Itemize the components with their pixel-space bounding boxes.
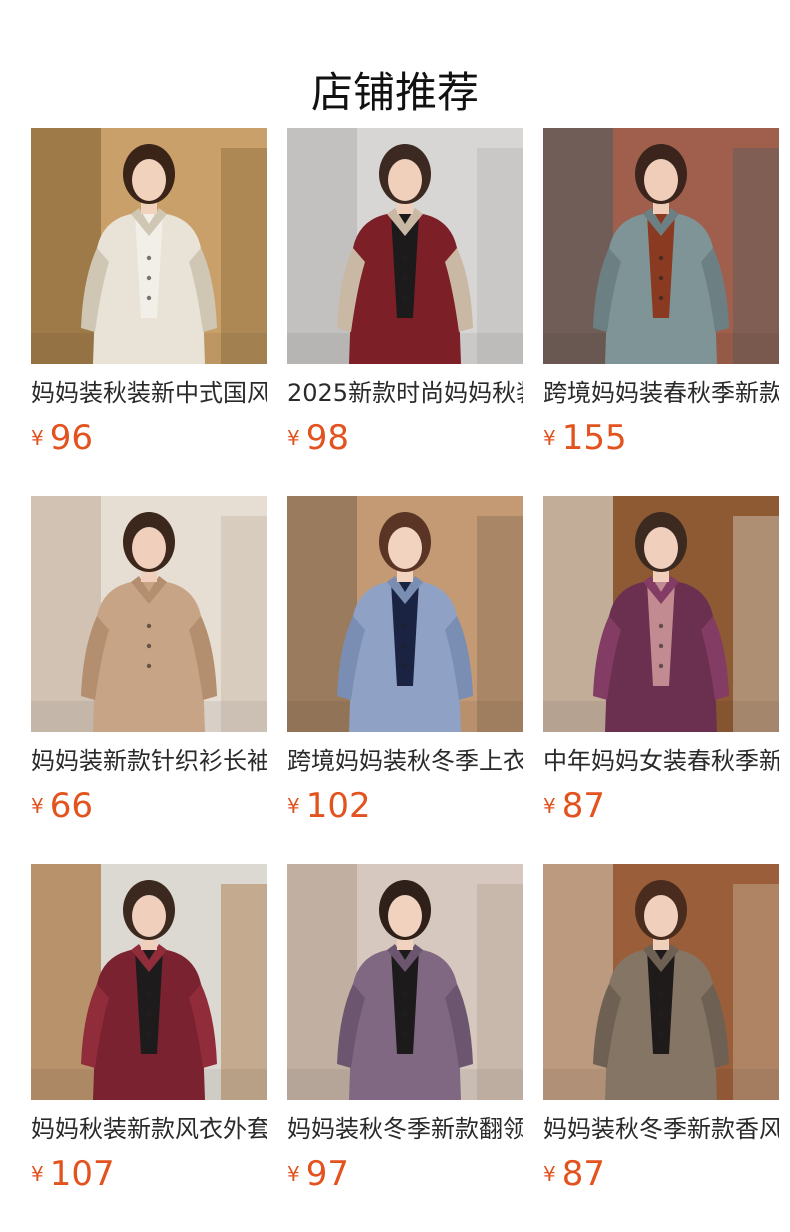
price-value: 87	[561, 1154, 605, 1194]
product-image[interactable]	[287, 496, 523, 732]
product-grid: 妈妈装秋装新中式国风 ¥96 2025新款时尚妈妈秋装 ¥98 跨境妈妈装春秋季新款 ¥1…	[31, 128, 779, 1232]
product-name[interactable]: 妈妈秋装新款风衣外套	[31, 1112, 267, 1146]
product-price: ¥97	[287, 1154, 349, 1194]
currency-symbol: ¥	[287, 1162, 300, 1186]
product-name[interactable]: 跨境妈妈装春秋季新款	[543, 376, 779, 410]
product-name[interactable]: 妈妈装秋冬季新款香风	[543, 1112, 779, 1146]
product-name[interactable]: 妈妈装秋冬季新款翻领	[287, 1112, 523, 1146]
product-card[interactable]: 妈妈装秋冬季新款香风 ¥87	[543, 864, 779, 1232]
price-value: 96	[49, 418, 93, 458]
product-image[interactable]	[31, 128, 267, 364]
product-name[interactable]: 妈妈装秋装新中式国风	[31, 376, 267, 410]
product-image[interactable]	[287, 864, 523, 1100]
price-value: 102	[305, 786, 371, 826]
product-price: ¥102	[287, 786, 371, 826]
product-image[interactable]	[543, 864, 779, 1100]
product-image[interactable]	[543, 128, 779, 364]
product-price: ¥107	[31, 1154, 115, 1194]
product-image[interactable]	[287, 128, 523, 364]
product-card[interactable]: 2025新款时尚妈妈秋装 ¥98	[287, 128, 523, 496]
currency-symbol: ¥	[287, 426, 300, 450]
currency-symbol: ¥	[543, 426, 556, 450]
product-price: ¥155	[543, 418, 627, 458]
product-name[interactable]: 跨境妈妈装秋冬季上衣	[287, 744, 523, 778]
page-title: 店铺推荐	[310, 68, 479, 118]
product-card[interactable]: 跨境妈妈装春秋季新款 ¥155	[543, 128, 779, 496]
product-name[interactable]: 2025新款时尚妈妈秋装	[287, 376, 523, 410]
product-card[interactable]: 妈妈装新款针织衫长袖 ¥66	[31, 496, 267, 864]
product-card[interactable]: 妈妈装秋装新中式国风 ¥96	[31, 128, 267, 496]
product-price: ¥87	[543, 786, 605, 826]
product-name[interactable]: 中年妈妈女装春秋季新款	[543, 744, 779, 778]
product-name[interactable]: 妈妈装新款针织衫长袖	[31, 744, 267, 778]
price-value: 97	[305, 1154, 349, 1194]
product-image[interactable]	[543, 496, 779, 732]
product-card[interactable]: 妈妈秋装新款风衣外套 ¥107	[31, 864, 267, 1232]
product-price: ¥98	[287, 418, 349, 458]
price-value: 66	[49, 786, 93, 826]
currency-symbol: ¥	[543, 1162, 556, 1186]
currency-symbol: ¥	[31, 794, 44, 818]
product-card[interactable]: 跨境妈妈装秋冬季上衣 ¥102	[287, 496, 523, 864]
product-price: ¥87	[543, 1154, 605, 1194]
product-price: ¥96	[31, 418, 93, 458]
currency-symbol: ¥	[31, 426, 44, 450]
price-value: 107	[49, 1154, 115, 1194]
product-card[interactable]: 中年妈妈女装春秋季新款 ¥87	[543, 496, 779, 864]
currency-symbol: ¥	[543, 794, 556, 818]
product-price: ¥66	[31, 786, 93, 826]
product-image[interactable]	[31, 864, 267, 1100]
price-value: 155	[561, 418, 627, 458]
price-value: 87	[561, 786, 605, 826]
currency-symbol: ¥	[287, 794, 300, 818]
price-value: 98	[305, 418, 349, 458]
currency-symbol: ¥	[31, 1162, 44, 1186]
product-card[interactable]: 妈妈装秋冬季新款翻领 ¥97	[287, 864, 523, 1232]
product-image[interactable]	[31, 496, 267, 732]
